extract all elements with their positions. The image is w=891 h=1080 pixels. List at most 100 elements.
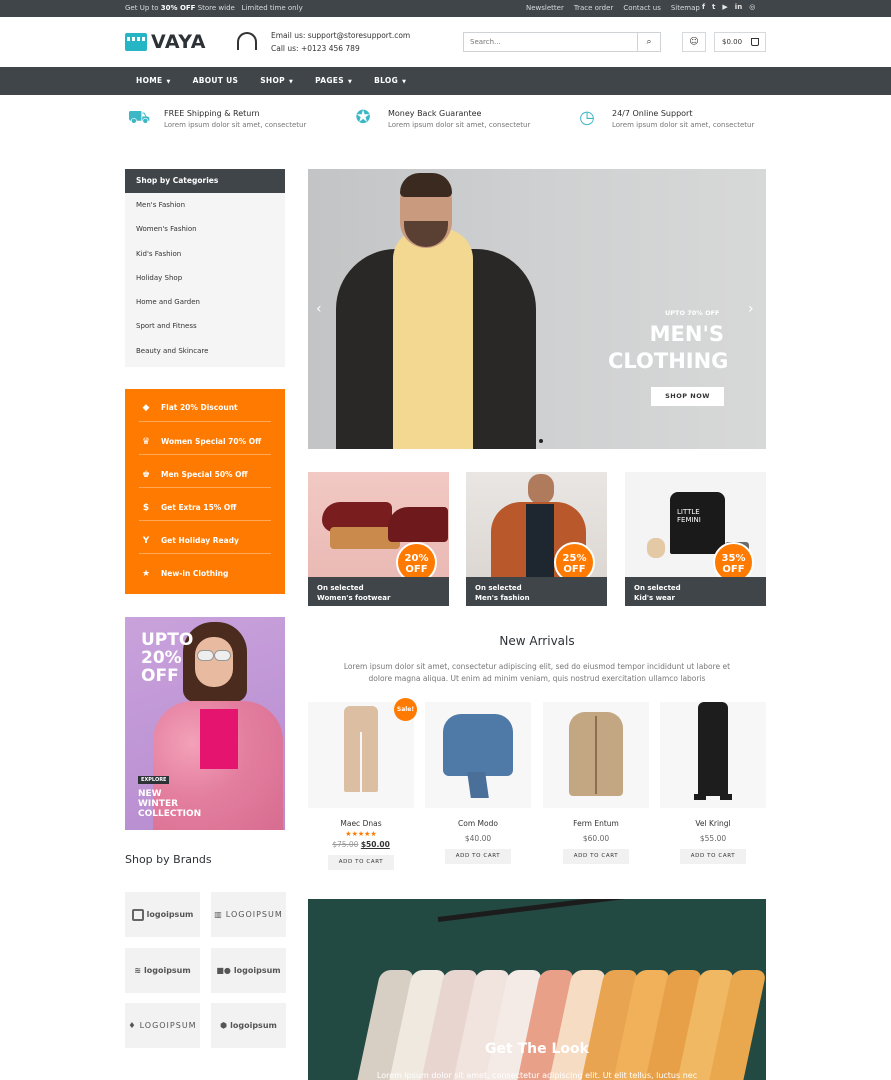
add-to-cart-button[interactable]: ADD TO CART bbox=[328, 855, 394, 870]
search-input[interactable] bbox=[464, 33, 638, 51]
instagram-icon[interactable]: ◎ bbox=[749, 3, 755, 11]
nav-blog[interactable]: BLOG ▼ bbox=[374, 67, 406, 96]
brand-logo[interactable]: ≋ logoipsum bbox=[125, 948, 200, 993]
top-bar: Get Up to 30% OFF Store wide Limited tim… bbox=[0, 0, 891, 17]
product-card: Maec Dnas ★★★★★ $75.00 $50.00 ADD TO CAR… bbox=[308, 702, 414, 870]
chevron-down-icon: ▼ bbox=[402, 79, 407, 85]
search-box: ⌕ bbox=[463, 32, 661, 52]
category-tile-mens[interactable]: 25% OFF On selected Men's fashion bbox=[466, 472, 607, 606]
twitter-icon[interactable]: t bbox=[712, 3, 715, 11]
main-nav: HOME ▼ ABOUT US SHOP ▼ PAGES ▼ BLOG ▼ bbox=[0, 67, 891, 95]
promo-extra: Limited time only bbox=[241, 4, 303, 12]
youtube-icon[interactable]: ▶ bbox=[722, 3, 727, 11]
logo-bars-icon: ▥ bbox=[214, 910, 223, 919]
search-icon[interactable]: ⌕ bbox=[637, 33, 660, 51]
nav-home[interactable]: HOME ▼ bbox=[136, 67, 171, 96]
logo-drop-icon: ♦ bbox=[128, 1021, 137, 1030]
promo-prefix: Get Up to bbox=[125, 4, 161, 12]
chevron-down-icon: ▼ bbox=[166, 79, 171, 85]
hero-title: MEN'S CLOTHING bbox=[608, 322, 729, 373]
cart-total: $0.00 bbox=[722, 38, 743, 46]
nav-shop[interactable]: SHOP ▼ bbox=[260, 67, 293, 96]
user-icon[interactable]: ☺ bbox=[682, 32, 706, 52]
linkedin-icon[interactable]: in bbox=[735, 3, 742, 11]
offer-item[interactable]: ♚ Men Special 50% Off bbox=[139, 455, 271, 488]
feature-title: FREE Shipping & Return bbox=[164, 109, 260, 118]
top-links: Newsletter Trace order Contact us Sitema… bbox=[526, 4, 700, 12]
promo-suffix: Store wide bbox=[195, 4, 235, 12]
brand-logo[interactable]: ▥ LOGOIPSUM bbox=[211, 892, 286, 937]
product-image[interactable] bbox=[660, 702, 766, 808]
category-tile-kids[interactable]: LITTLE FEMINI 35% OFF On selected Kid's wea… bbox=[625, 472, 766, 606]
product-image[interactable] bbox=[425, 702, 531, 808]
truck-icon: ⛟ bbox=[127, 107, 151, 128]
category-sport[interactable]: Sport and Fitness bbox=[125, 314, 285, 338]
new-arrivals-title: New Arrivals bbox=[499, 634, 575, 648]
offer-item[interactable]: ♛ Women Special 70% Off bbox=[139, 422, 271, 455]
top-promo: Get Up to 30% OFF Store wide Limited tim… bbox=[125, 4, 303, 12]
product-name[interactable]: Maec Dnas bbox=[308, 819, 414, 828]
offer-item[interactable]: ◆ Flat 20% Discount bbox=[139, 389, 271, 422]
category-holiday[interactable]: Holiday Shop bbox=[125, 266, 285, 290]
feature-sub: Lorem ipsum dolor sit amet, consectetur bbox=[388, 121, 531, 129]
tile-caption: On selected Kid's wear bbox=[625, 577, 766, 606]
brand-logo[interactable]: ♦ LOGOIPSUM bbox=[125, 1003, 200, 1048]
logo[interactable]: VAYA bbox=[125, 31, 206, 53]
facebook-icon[interactable]: f bbox=[702, 3, 705, 11]
cart-button[interactable]: $0.00 bbox=[714, 32, 766, 52]
rating-stars-icon: ★★★★★ bbox=[345, 830, 377, 838]
logo-text: VAYA bbox=[151, 31, 206, 53]
sitemap-link[interactable]: Sitemap bbox=[671, 4, 700, 12]
nav-about[interactable]: ABOUT US bbox=[193, 67, 239, 96]
chevron-down-icon: ▼ bbox=[347, 79, 353, 85]
slider-dot[interactable] bbox=[539, 439, 543, 443]
add-to-cart-button[interactable]: ADD TO CART bbox=[680, 849, 746, 864]
category-kids[interactable]: Kid's Fashion bbox=[125, 242, 285, 266]
add-to-cart-button[interactable]: ADD TO CART bbox=[445, 849, 511, 864]
header: VAYA Email us: support@storesupport.com … bbox=[0, 17, 891, 67]
promo-banner[interactable]: UPTO 20% OFF EXPLORE NEW WINTER COLLECTI… bbox=[125, 617, 285, 830]
badge-icon: ✪ bbox=[355, 107, 371, 128]
newsletter-link[interactable]: Newsletter bbox=[526, 4, 564, 12]
promo-headline: UPTO 20% OFF bbox=[141, 630, 194, 686]
offer-item[interactable]: Y Get Holiday Ready bbox=[139, 521, 271, 554]
logo-circles-icon: ■● bbox=[216, 966, 231, 975]
social-links: f t ▶ in ◎ bbox=[702, 3, 755, 11]
phone-label: Call us: +0123 456 789 bbox=[271, 44, 360, 53]
product-price: $55.00 bbox=[699, 834, 727, 843]
feature-title: Money Back Guarantee bbox=[388, 109, 482, 118]
chevron-left-icon[interactable]: ‹ bbox=[316, 301, 322, 317]
promo-bold: 30% OFF bbox=[160, 4, 196, 12]
category-home-garden[interactable]: Home and Garden bbox=[125, 290, 285, 314]
look-desc: Lorem ipsum dolor sit amet, consectetur … bbox=[376, 1071, 698, 1080]
add-to-cart-button[interactable]: ADD TO CART bbox=[563, 849, 629, 864]
logo-stack-icon: ≋ bbox=[134, 966, 141, 975]
brand-logo[interactable]: ■● logoipsum bbox=[211, 948, 286, 993]
feature-title: 24/7 Online Support bbox=[612, 109, 693, 118]
brand-logo[interactable]: logoipsum bbox=[125, 892, 200, 937]
product-image[interactable] bbox=[543, 702, 649, 808]
product-name[interactable]: Ferm Entum bbox=[543, 819, 649, 828]
chevron-right-icon[interactable]: › bbox=[748, 301, 754, 317]
category-beauty[interactable]: Beauty and Skincare bbox=[125, 339, 285, 363]
offer-item[interactable]: ★ New-in Clothing bbox=[139, 554, 271, 587]
nav-pages[interactable]: PAGES ▼ bbox=[315, 67, 352, 96]
trace-order-link[interactable]: Trace order bbox=[574, 4, 613, 12]
clock-24-icon: ◷ bbox=[579, 107, 595, 128]
category-womens[interactable]: Women's Fashion bbox=[125, 217, 285, 241]
product-name[interactable]: Vel Kringl bbox=[660, 819, 766, 828]
brands-title: Shop by Brands bbox=[125, 853, 212, 866]
category-mens[interactable]: Men's Fashion bbox=[125, 193, 285, 217]
brand-logo[interactable]: ⬢ logoipsum bbox=[211, 1003, 286, 1048]
contact-link[interactable]: Contact us bbox=[623, 4, 661, 12]
feature-sub: Lorem ipsum dolor sit amet, consectetur bbox=[612, 121, 755, 129]
product-name[interactable]: Com Modo bbox=[425, 819, 531, 828]
category-tile-footwear[interactable]: 20% OFF On selected Women's footwear bbox=[308, 472, 449, 606]
offer-item[interactable]: $ Get Extra 15% Off bbox=[139, 488, 271, 521]
shop-now-button[interactable]: SHOP NOW bbox=[651, 387, 724, 406]
store-icon bbox=[125, 33, 147, 51]
sale-badge: Sale! bbox=[394, 698, 417, 721]
hero-kicker: UPTO 70% OFF bbox=[665, 309, 720, 317]
product-price: $75.00 $50.00 bbox=[332, 840, 390, 849]
categories-panel: Shop by Categories Men's Fashion Women's… bbox=[125, 169, 285, 367]
